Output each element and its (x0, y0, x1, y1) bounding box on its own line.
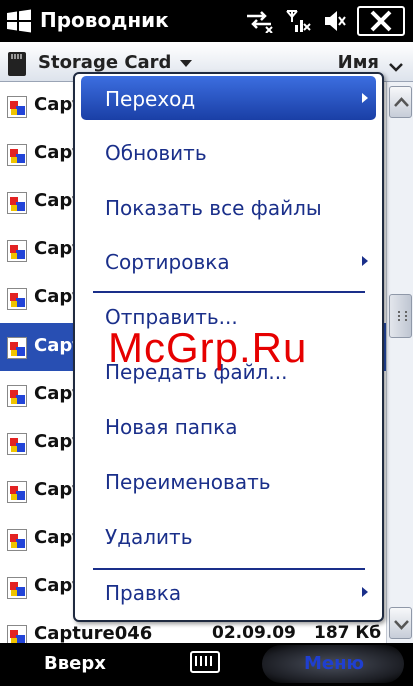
submenu-arrow-icon (362, 587, 368, 597)
windows-start-icon[interactable] (6, 9, 32, 33)
chevron-up-icon (394, 97, 409, 107)
status-icons (245, 4, 413, 38)
menu-item[interactable]: Переход (81, 76, 376, 120)
storage-card-icon (8, 52, 26, 76)
close-icon[interactable] (357, 6, 405, 36)
sort-arrow-icon[interactable] (387, 58, 405, 76)
menu-item[interactable]: Удалить (75, 514, 382, 558)
softkey-bar: Вверх Меню (0, 643, 413, 686)
watermark: McGrp.Ru (108, 324, 308, 371)
menu-softkey-label: Меню (304, 653, 365, 674)
image-file-icon (7, 337, 27, 359)
location-dropdown[interactable]: Storage Card (38, 52, 171, 73)
chevron-down-icon[interactable] (180, 60, 192, 67)
app-title: Проводник (40, 8, 169, 32)
sort-by-label[interactable]: Имя (338, 52, 379, 73)
file-date: 02.09.09 (212, 623, 296, 643)
connectivity-icon[interactable] (245, 9, 275, 33)
menu-separator (93, 291, 365, 293)
submenu-arrow-icon (362, 93, 368, 103)
keyboard-icon[interactable] (190, 651, 220, 673)
menu-item-label: Показать все файлы (105, 196, 322, 220)
menu-item-label: Новая папка (105, 415, 238, 439)
image-file-icon (7, 481, 27, 503)
menu-item-label: Обновить (105, 141, 207, 165)
image-file-icon (7, 192, 27, 214)
vertical-scrollbar[interactable] (386, 82, 413, 643)
scroll-thumb[interactable] (389, 294, 412, 338)
image-file-icon (7, 144, 27, 166)
image-file-icon (7, 385, 27, 407)
menu-item[interactable]: Обновить (75, 130, 382, 174)
menu-separator (93, 568, 365, 570)
volume-icon[interactable] (321, 8, 347, 34)
chevron-down-icon (394, 620, 409, 630)
submenu-arrow-icon (362, 256, 368, 266)
file-name: Capture046 (34, 623, 153, 643)
menu-item[interactable]: Новая папка (75, 404, 382, 448)
menu-item-label: Удалить (105, 525, 193, 549)
menu-item[interactable]: Правка (75, 570, 382, 614)
image-file-icon (7, 96, 27, 118)
menu-item-label: Переход (105, 87, 196, 111)
signal-icon[interactable] (285, 8, 311, 34)
image-file-icon (7, 625, 27, 643)
scroll-up-button[interactable] (389, 86, 412, 118)
up-softkey[interactable]: Вверх (44, 653, 106, 674)
file-size: 187 Кб (314, 623, 382, 643)
menu-item[interactable]: Показать все файлы (75, 185, 382, 229)
menu-item-label: Сортировка (105, 250, 230, 274)
image-file-icon (7, 529, 27, 551)
menu-item[interactable]: Сортировка (75, 239, 382, 283)
title-bar: Проводник (0, 0, 413, 42)
image-file-icon (7, 577, 27, 599)
scroll-down-button[interactable] (389, 607, 412, 639)
image-file-icon (7, 433, 27, 455)
menu-item[interactable]: Переименовать (75, 459, 382, 503)
menu-item-label: Переименовать (105, 470, 271, 494)
image-file-icon (7, 288, 27, 310)
menu-softkey[interactable]: Меню (262, 645, 404, 683)
menu-item-label: Правка (105, 581, 182, 605)
image-file-icon (7, 240, 27, 262)
